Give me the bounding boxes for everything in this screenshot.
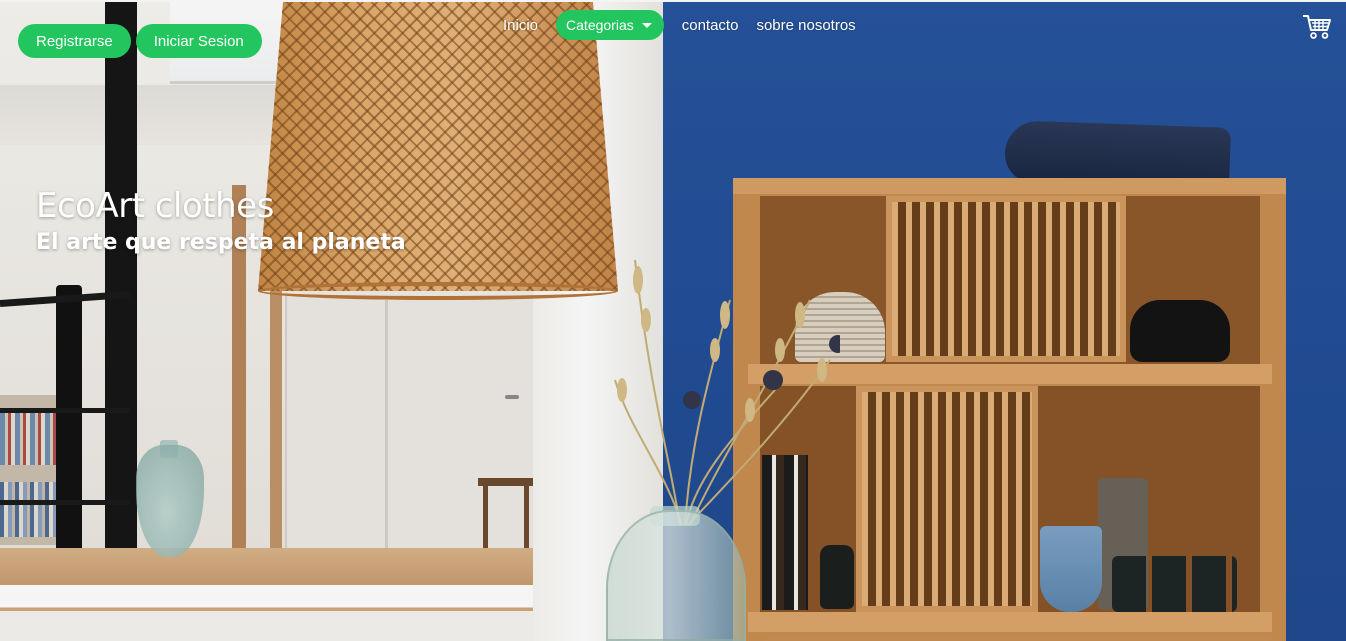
hero-overlay — [0, 0, 1346, 641]
register-button[interactable]: Registrarse — [18, 24, 131, 58]
login-button[interactable]: Iniciar Sesion — [135, 24, 262, 58]
caret-down-icon — [641, 22, 652, 28]
top-border — [0, 0, 1346, 2]
hero-background-image — [0, 0, 1346, 641]
main-nav: Inicio Categorias contacto sobre nosotro… — [503, 10, 856, 40]
auth-buttons: Registrarse Iniciar Sesion — [18, 24, 262, 58]
hero-title: EcoArt clothes — [36, 186, 274, 226]
nav-inicio-link[interactable]: Inicio — [503, 17, 538, 34]
hero-subtitle: El arte que respeta al planeta — [36, 230, 406, 255]
nav-sobre-nosotros-link[interactable]: sobre nosotros — [756, 17, 855, 34]
categorias-label: Categorias — [566, 17, 634, 33]
shopping-cart-icon[interactable] — [1302, 14, 1332, 40]
nav-contacto-link[interactable]: contacto — [682, 17, 739, 34]
categorias-dropdown[interactable]: Categorias — [556, 10, 664, 40]
hero-text: EcoArt clothes El arte que respeta al pl… — [36, 186, 406, 255]
